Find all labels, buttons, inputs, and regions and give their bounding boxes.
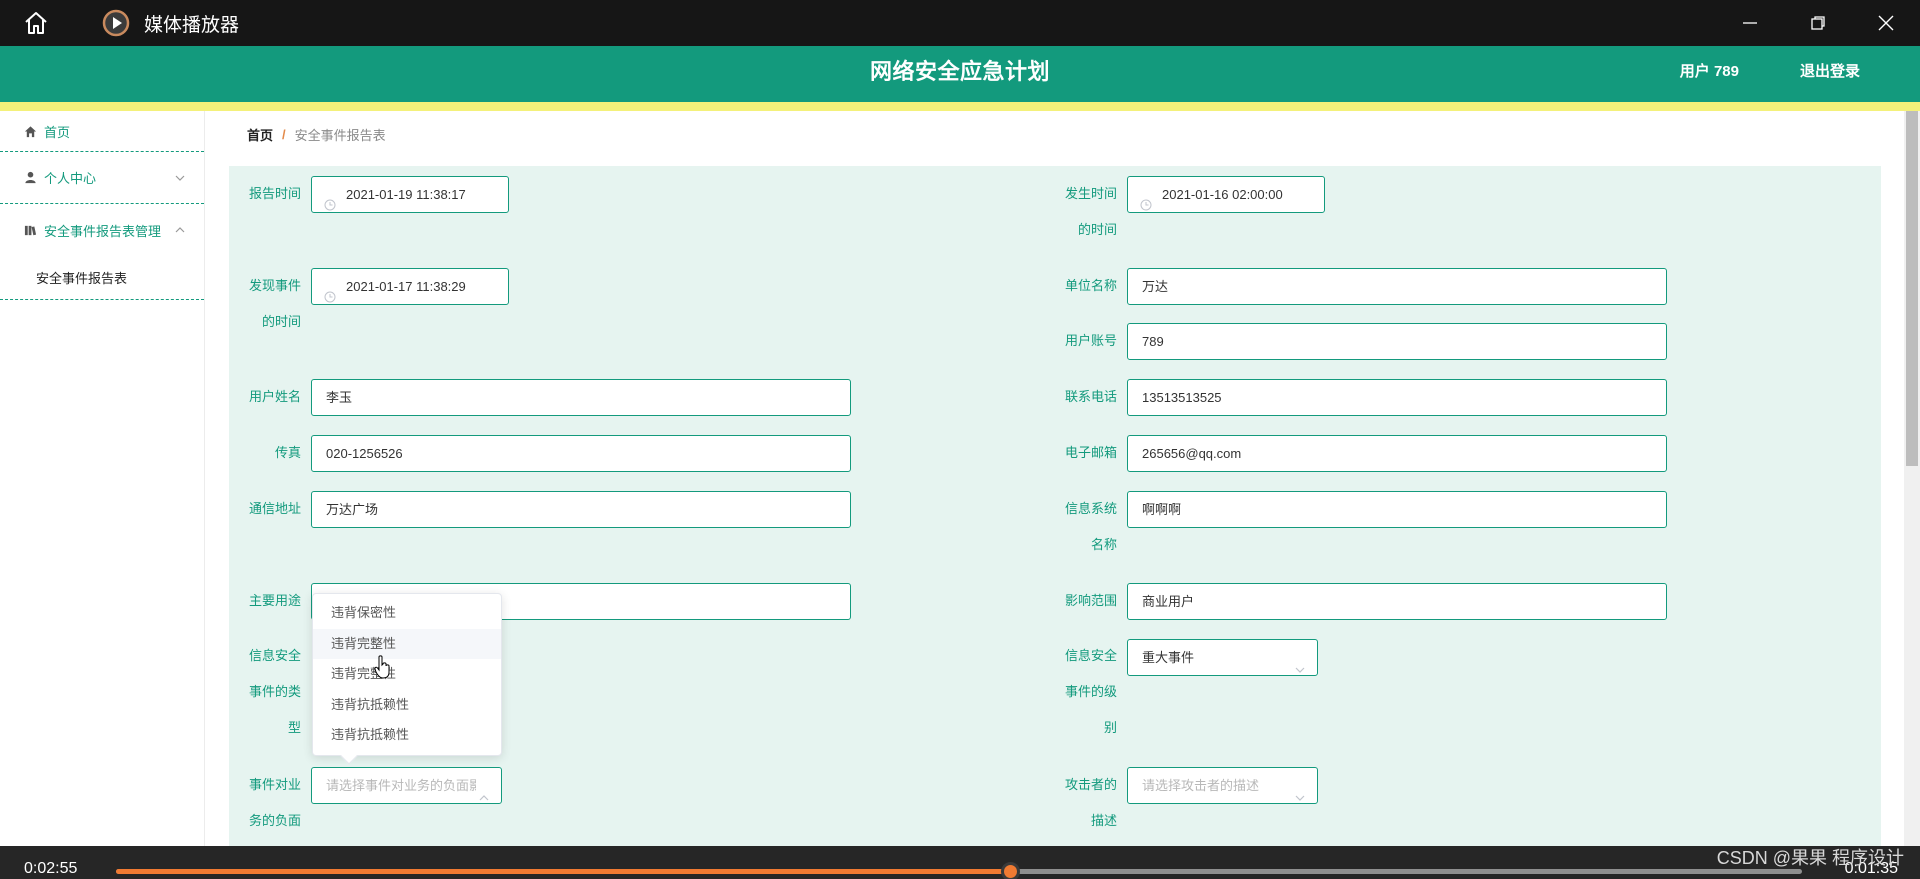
breadcrumb-current: 安全事件报告表 xyxy=(294,127,386,143)
elapsed-time: 0:02:55 xyxy=(24,860,78,877)
business-impact-label: 事件对业 xyxy=(248,777,301,792)
fax-label: 传真 xyxy=(274,445,301,460)
dropdown-option[interactable]: 违背完整性 xyxy=(313,659,501,690)
org-name-label: 单位名称 xyxy=(1064,278,1117,293)
discover-time-value: 2021-01-17 11:38:29 xyxy=(346,279,466,294)
user-account-label: 用户账号 xyxy=(1064,333,1117,348)
home-icon[interactable] xyxy=(18,5,54,41)
report-time-value: 2021-01-19 11:38:17 xyxy=(346,187,466,202)
event-type-label-line2: 事件的类 xyxy=(248,684,301,699)
attacker-select[interactable]: 请选择攻击者的描述 xyxy=(1127,767,1318,804)
breadcrumb: 首页 / 安全事件报告表 xyxy=(229,111,1881,157)
business-impact-placeholder: 请选择事件对业务的负面影 xyxy=(326,778,476,793)
info-system-label-line2: 名称 xyxy=(1090,537,1117,552)
dropdown-option[interactable]: 违背抗抵赖性 xyxy=(313,720,501,751)
user-account-input[interactable]: 789 xyxy=(1127,323,1667,360)
event-level-value: 重大事件 xyxy=(1142,650,1195,665)
hand-cursor-icon xyxy=(374,655,392,679)
watermark: CSDN @果果 程序设计 xyxy=(1716,848,1904,868)
discover-time-label: 发现事件 xyxy=(248,278,301,293)
event-level-select[interactable]: 重大事件 xyxy=(1127,639,1318,676)
sidebar-item-personal-center[interactable]: 个人中心 xyxy=(0,152,204,204)
event-level-label-line2: 事件的级 xyxy=(1064,684,1117,699)
media-player-logo-icon xyxy=(102,9,130,37)
report-time-label: 报告时间 xyxy=(248,186,301,201)
sidebar-subitem-label: 安全事件报告表 xyxy=(36,271,128,286)
event-type-label-line3: 型 xyxy=(287,720,301,735)
scope-label: 影响范围 xyxy=(1064,593,1117,608)
chevron-up-icon xyxy=(479,781,489,801)
chevron-down-icon xyxy=(1295,781,1305,801)
player-title-bar: 媒体播放器 xyxy=(0,0,1920,46)
sidebar-item-label: 个人中心 xyxy=(44,171,97,186)
sidebar-item-label: 安全事件报告表管理 xyxy=(44,223,162,239)
window-title: 媒体播放器 xyxy=(144,14,240,36)
chevron-up-icon xyxy=(174,224,186,236)
site-title: 网络安全应急计划 xyxy=(869,59,1050,84)
app-header: 网络安全应急计划 用户 789 退出登录 xyxy=(0,46,1920,104)
breadcrumb-separator: / xyxy=(282,126,286,142)
main-use-label: 主要用途 xyxy=(248,593,301,608)
report-time-input[interactable]: 2021-01-19 11:38:17 xyxy=(311,176,509,213)
attacker-label: 攻击者的 xyxy=(1064,777,1117,792)
user-name-label: 用户姓名 xyxy=(248,389,301,404)
scrollbar-thumb[interactable] xyxy=(1906,111,1918,466)
event-level-label-line3: 别 xyxy=(1103,720,1117,735)
org-name-input[interactable]: 万达 xyxy=(1127,268,1667,305)
email-input[interactable]: 265656@qq.com xyxy=(1127,435,1667,472)
minimize-button[interactable] xyxy=(1716,0,1784,46)
occur-time-label: 发生时间 xyxy=(1064,186,1117,201)
seek-knob[interactable] xyxy=(1000,862,1020,879)
event-type-label: 信息安全 xyxy=(248,648,301,663)
occur-time-value: 2021-01-16 02:00:00 xyxy=(1162,187,1283,202)
sidebar-item-label: 首页 xyxy=(44,124,71,140)
dropdown-option[interactable]: 违背保密性 xyxy=(313,598,501,629)
seek-bar[interactable] xyxy=(116,862,1802,879)
dropdown-option[interactable]: 违背抗抵赖性 xyxy=(313,690,501,721)
attacker-placeholder: 请选择攻击者的描述 xyxy=(1142,778,1260,793)
scope-input[interactable]: 商业用户 xyxy=(1127,583,1667,620)
business-impact-dropdown: 违背保密性 违背完整性 违背完整性 违背抗抵赖性 违背抗抵赖性 xyxy=(312,593,502,765)
close-button[interactable] xyxy=(1852,0,1920,46)
attacker-label-line2: 描述 xyxy=(1090,813,1117,828)
window-controls xyxy=(1716,0,1920,46)
discover-time-label-line2: 的时间 xyxy=(261,314,301,329)
discover-time-input[interactable]: 2021-01-17 11:38:29 xyxy=(311,268,509,305)
chevron-down-icon xyxy=(1295,653,1305,673)
fax-input[interactable]: 020-1256526 xyxy=(311,435,851,472)
email-label: 电子邮箱 xyxy=(1064,445,1117,460)
clock-icon xyxy=(324,189,336,210)
current-user: 用户 789 xyxy=(1679,63,1739,80)
address-input[interactable]: 万达广场 xyxy=(311,491,851,528)
breadcrumb-home[interactable]: 首页 xyxy=(247,125,273,144)
chevron-down-icon xyxy=(174,172,186,184)
clock-icon xyxy=(1140,189,1152,210)
dropdown-option[interactable]: 违背完整性 xyxy=(313,628,501,659)
occur-time-input[interactable]: 2021-01-16 02:00:00 xyxy=(1127,176,1325,213)
event-level-label: 信息安全 xyxy=(1064,648,1117,663)
user-name-input[interactable]: 李玉 xyxy=(311,379,851,416)
sidebar-item-home[interactable]: 首页 xyxy=(0,111,204,152)
phone-label: 联系电话 xyxy=(1064,389,1117,404)
page-scrollbar[interactable] xyxy=(1904,111,1920,846)
header-accent-bar xyxy=(0,102,1920,111)
phone-input[interactable]: 13513513525 xyxy=(1127,379,1667,416)
user-icon xyxy=(22,170,38,186)
clock-icon xyxy=(324,281,336,302)
sidebar: 首页 个人中心 安全事件报告表管理 安全事件报告表 xyxy=(0,111,205,846)
restore-button[interactable] xyxy=(1784,0,1852,46)
info-system-label: 信息系统 xyxy=(1064,501,1117,516)
seek-bar-fill xyxy=(116,869,1010,874)
info-system-input[interactable]: 啊啊啊 xyxy=(1127,491,1667,528)
logout-link[interactable]: 退出登录 xyxy=(1800,46,1860,98)
sidebar-item-security-report-management[interactable]: 安全事件报告表管理 xyxy=(0,204,204,256)
player-controls: 0:02:55 0:01:35 CSDN @果果 程序设计 xyxy=(0,846,1920,879)
book-icon xyxy=(22,222,38,238)
business-impact-label-line2: 务的负面 xyxy=(248,813,301,828)
address-label: 通信地址 xyxy=(248,501,301,516)
home-icon xyxy=(22,123,38,139)
sidebar-subitem-security-report[interactable]: 安全事件报告表 xyxy=(0,256,204,300)
occur-time-label-line2: 的时间 xyxy=(1077,222,1117,237)
business-impact-select[interactable]: 请选择事件对业务的负面影 xyxy=(311,767,502,804)
